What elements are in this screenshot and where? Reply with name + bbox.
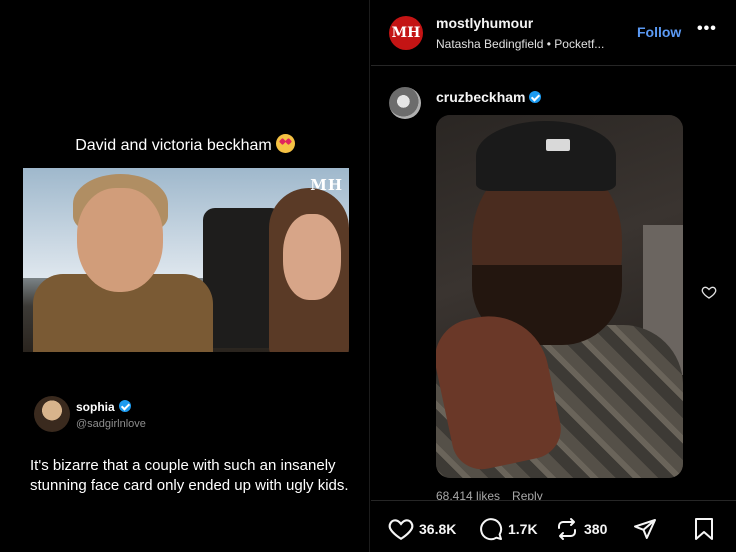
media-caption-text: David and victoria beckham [75,137,272,154]
comment-avatar[interactable] [389,87,421,119]
post-panel: MH mostlyhumour Natasha Bedingfield • Po… [371,0,736,552]
tweet-avatar [34,396,70,432]
send-icon [634,519,656,539]
heart-eyes-emoji-icon [275,134,295,153]
repost-button[interactable]: 380 [555,516,607,542]
tweet-text: It's bizarre that a couple with such an … [30,457,349,494]
watermark-logo: MH [310,176,343,194]
like-button[interactable]: 36.8K [388,516,456,542]
couple-photo: MH [23,168,349,352]
action-bar: 36.8K 1.7K 380 [371,500,736,552]
verified-badge-icon [529,91,542,103]
comment-count: 1.7K [508,521,538,537]
comment-button[interactable]: 1.7K [479,516,538,542]
comment-username[interactable]: cruzbeckham [436,89,542,105]
media-caption: David and victoria beckham [0,134,370,155]
reel-media[interactable]: David and victoria beckham MH sophia @sa… [0,0,370,552]
comment: cruzbeckham [371,84,736,494]
post-header: MH mostlyhumour Natasha Bedingfield • Po… [371,0,736,66]
audio-track[interactable]: Natasha Bedingfield • Pocketf... [436,37,604,51]
share-button[interactable] [633,516,657,542]
account-avatar[interactable]: MH [389,16,423,50]
tweet-handle: @sadgirlnlove [76,418,146,430]
verified-badge-icon [118,400,131,412]
account-name[interactable]: mostlyhumour [436,15,533,31]
save-button[interactable] [693,516,715,542]
follow-button[interactable]: Follow [637,24,681,40]
heart-icon [388,519,414,541]
comment-photo [436,115,683,478]
like-count: 36.8K [419,521,457,537]
repost-count: 380 [584,521,608,537]
comment-heart-icon[interactable] [701,284,717,300]
tweet-author: sophia [76,400,131,414]
repost-icon [558,518,576,540]
bookmark-icon [695,518,713,540]
more-options-icon[interactable]: ••• [697,20,717,38]
comment-bubble-icon [480,518,503,541]
